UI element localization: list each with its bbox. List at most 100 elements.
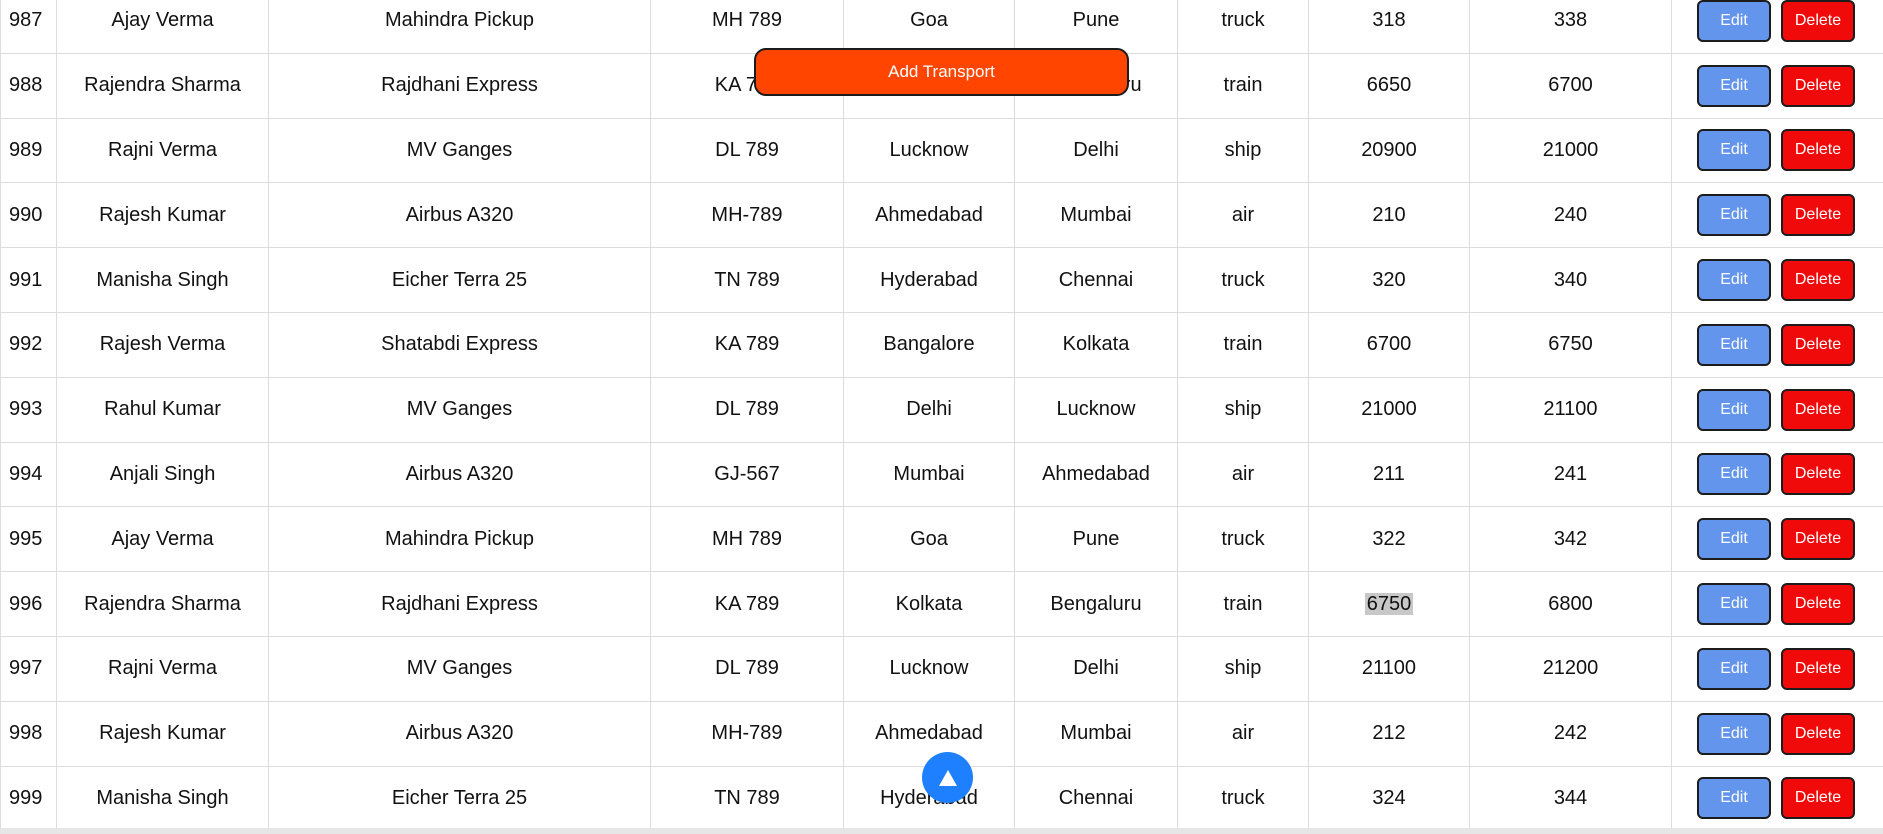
edit-button[interactable]: Edit [1697,712,1771,755]
actions-cell: Edit Delete [1671,700,1883,767]
table-body: 987 Ajay Verma Mahindra Pickup MH 789 Goa Pun… [0,0,1883,832]
from-cell: Bangalore [843,311,1015,378]
id-cell: 998 [0,700,57,767]
to-cell: Pune [1014,0,1178,54]
vehicle-cell: Eicher Terra 25 [268,247,651,313]
edit-button[interactable]: Edit [1697,583,1771,626]
edit-button[interactable]: Edit [1697,388,1771,431]
value-2-cell: 340 [1469,247,1672,313]
table-row: 992 Rajesh Verma Shatabdi Express KA 789 Ban… [0,311,1883,378]
delete-button[interactable]: Delete [1781,777,1855,820]
from-cell: Ahmedabad [843,700,1015,767]
to-cell: Mumbai [1014,182,1178,249]
mode-cell: ship [1177,117,1309,184]
vehicle-cell: Airbus A320 [268,441,651,508]
value-2-cell: 342 [1469,506,1672,573]
scroll-to-top-button[interactable] [922,752,973,803]
edit-button[interactable]: Edit [1697,129,1771,172]
page: 987 Ajay Verma Mahindra Pickup MH 789 Goa Pun… [0,0,1883,834]
delete-button[interactable]: Delete [1781,583,1855,626]
to-cell: Delhi [1014,635,1178,702]
edit-button[interactable]: Edit [1697,64,1771,107]
value-1-cell: 212 [1308,700,1470,767]
edit-button[interactable]: Edit [1697,194,1771,237]
vehicle-number-cell: TN 789 [650,765,844,832]
edit-button[interactable]: Edit [1697,259,1771,302]
edit-button[interactable]: Edit [1697,453,1771,496]
mode-cell: air [1177,700,1309,767]
value-2-cell: 21200 [1469,635,1672,702]
from-cell: Lucknow [843,635,1015,702]
actions-cell: Edit Delete [1671,0,1883,54]
actions-cell: Edit Delete [1671,247,1883,313]
vehicle-number-cell: TN 789 [650,247,844,313]
delete-button[interactable]: Delete [1781,64,1855,107]
to-cell: Chennai [1014,247,1178,313]
actions-cell: Edit Delete [1671,376,1883,443]
vehicle-number-cell: KA 789 [650,571,844,637]
value-1-cell: 6700 [1308,311,1470,378]
vehicle-cell: Airbus A320 [268,182,651,249]
to-cell: Lucknow [1014,376,1178,443]
table-row: 996 Rajendra Sharma Rajdhani Express KA 789… [0,571,1883,637]
vehicle-cell: MV Ganges [268,376,651,443]
delete-button[interactable]: Delete [1781,647,1855,690]
to-cell: Mumbai [1014,700,1178,767]
value-2-cell: 6700 [1469,52,1672,119]
to-cell: Chennai [1014,765,1178,832]
edit-button[interactable]: Edit [1697,518,1771,561]
delete-button[interactable]: Delete [1781,323,1855,366]
id-cell: 999 [0,765,57,832]
driver-name-cell: Ajay Verma [56,0,269,54]
id-cell: 995 [0,506,57,573]
delete-button[interactable]: Delete [1781,453,1855,496]
table-row: 990 Rajesh Kumar Airbus A320 MH-789 Ahmedaba… [0,182,1883,249]
mode-cell: train [1177,571,1309,637]
add-transport-button[interactable]: Add Transport [754,48,1129,96]
edit-button[interactable]: Edit [1697,777,1771,820]
delete-button[interactable]: Delete [1781,194,1855,237]
id-cell: 987 [0,0,57,54]
selected-text: 6750 [1364,592,1414,615]
vehicle-number-cell: DL 789 [650,635,844,702]
vehicle-cell: Mahindra Pickup [268,0,651,54]
mode-cell: truck [1177,0,1309,54]
value-1-cell: 6650 [1308,52,1470,119]
table-row: 989 Rajni Verma MV Ganges DL 789 Lucknow Delh… [0,117,1883,184]
value-1-cell: 211 [1308,441,1470,508]
actions-cell: Edit Delete [1671,765,1883,832]
to-cell: Delhi [1014,117,1178,184]
delete-button[interactable]: Delete [1781,0,1855,42]
driver-name-cell: Anjali Singh [56,441,269,508]
table-row: 994 Anjali Singh Airbus A320 GJ-567 Mumbai Ah… [0,441,1883,508]
id-cell: 994 [0,441,57,508]
driver-name-cell: Rajesh Kumar [56,700,269,767]
from-cell: Hyderabad [843,247,1015,313]
edit-button[interactable]: Edit [1697,647,1771,690]
value-1-cell: 210 [1308,182,1470,249]
driver-name-cell: Manisha Singh [56,765,269,832]
id-cell: 997 [0,635,57,702]
horizontal-scrollbar[interactable] [0,828,1883,834]
table-row: 997 Rajni Verma MV Ganges DL 789 Lucknow Delh… [0,635,1883,702]
mode-cell: train [1177,52,1309,119]
delete-button[interactable]: Delete [1781,129,1855,172]
vehicle-number-cell: GJ-567 [650,441,844,508]
vehicle-cell: Eicher Terra 25 [268,765,651,832]
vehicle-number-cell: KA 789 [650,311,844,378]
edit-button[interactable]: Edit [1697,0,1771,42]
vehicle-cell: MV Ganges [268,117,651,184]
delete-button[interactable]: Delete [1781,259,1855,302]
value-1-cell: 322 [1308,506,1470,573]
from-cell: Mumbai [843,441,1015,508]
edit-button[interactable]: Edit [1697,323,1771,366]
driver-name-cell: Ajay Verma [56,506,269,573]
driver-name-cell: Rajesh Kumar [56,182,269,249]
delete-button[interactable]: Delete [1781,388,1855,431]
vehicle-cell: Airbus A320 [268,700,651,767]
table-row: 987 Ajay Verma Mahindra Pickup MH 789 Goa Pun… [0,0,1883,54]
to-cell: Kolkata [1014,311,1178,378]
mode-cell: air [1177,182,1309,249]
delete-button[interactable]: Delete [1781,712,1855,755]
delete-button[interactable]: Delete [1781,518,1855,561]
